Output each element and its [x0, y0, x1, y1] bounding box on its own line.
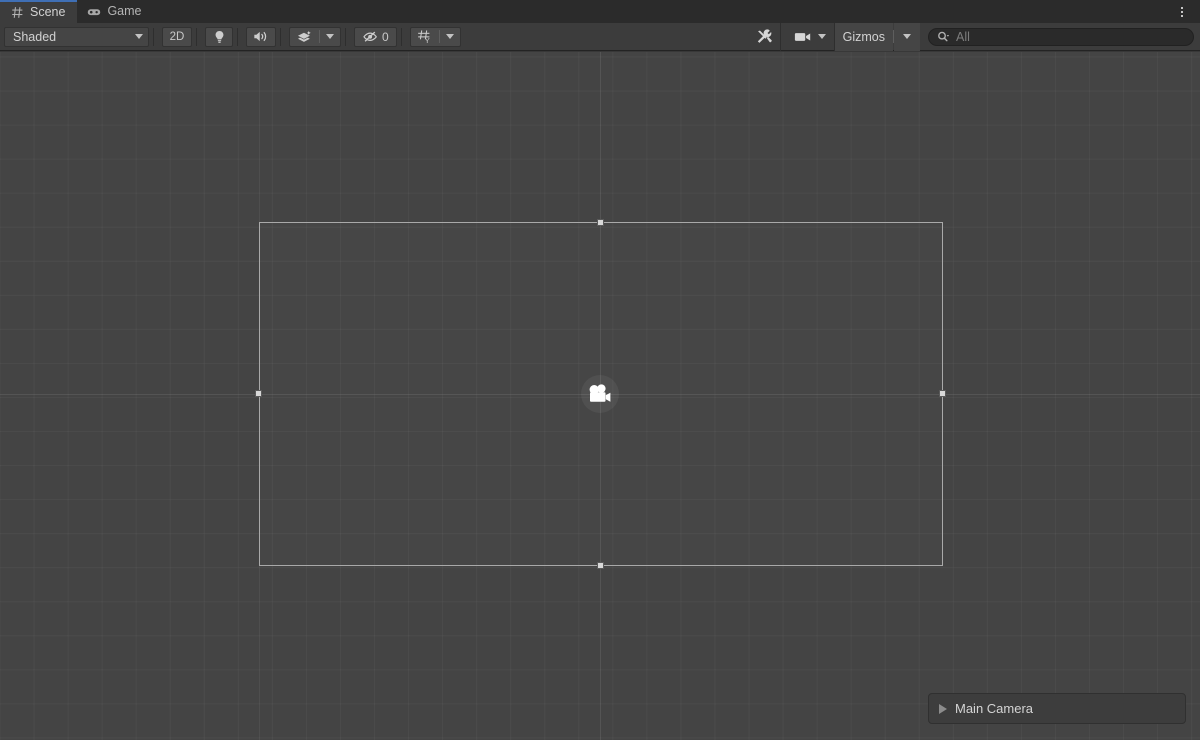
- grid-y-icon: Y: [417, 29, 433, 44]
- scene-tools-button[interactable]: [749, 26, 780, 47]
- hidden-objects-button[interactable]: 0: [354, 26, 397, 47]
- tab-scene-label: Scene: [30, 5, 66, 20]
- draw-mode-label: Shaded: [13, 29, 57, 44]
- unity-scene-window: Scene Game Shaded 2D 0 Y Gizmos All Main…: [0, 0, 1200, 740]
- camera-gizmo[interactable]: [581, 375, 619, 413]
- toolbar-separator: [237, 27, 238, 46]
- toggle-effects-button[interactable]: [290, 28, 319, 46]
- camera-icon: [794, 31, 812, 43]
- fx-layers-icon: [296, 30, 313, 44]
- grid-hash-icon: [10, 6, 24, 20]
- scene-camera-button[interactable]: [786, 26, 816, 47]
- search-placeholder: All: [956, 29, 970, 44]
- lighting-group: [205, 26, 233, 47]
- draw-mode-group: Shaded: [4, 26, 149, 47]
- gizmos-dropdown-button[interactable]: [894, 22, 920, 51]
- tab-game-label: Game: [107, 4, 142, 19]
- tools-group: [749, 26, 780, 47]
- camera-preview-panel[interactable]: Main Camera: [928, 693, 1186, 724]
- grid-axis-split-button: Y: [409, 26, 461, 47]
- tab-game[interactable]: Game: [77, 0, 153, 23]
- scene-viewport[interactable]: [0, 52, 1200, 740]
- gizmos-group: Gizmos: [834, 22, 920, 51]
- chevron-down-icon: [903, 34, 911, 39]
- frustum-handle-bottom-center[interactable]: [597, 562, 604, 569]
- speaker-icon: [253, 30, 269, 43]
- eye-slash-icon: [362, 30, 379, 43]
- frustum-handle-right-center[interactable]: [939, 390, 946, 397]
- grid-axis-dropdown-button[interactable]: [440, 28, 460, 46]
- effects-dropdown-button[interactable]: [320, 28, 340, 46]
- chevron-down-icon: [445, 34, 454, 39]
- tab-scene[interactable]: Scene: [0, 0, 78, 24]
- toolbar-divider: [779, 22, 781, 51]
- chevron-down-icon: [326, 34, 334, 39]
- gamepad-icon: [87, 5, 101, 19]
- frustum-handle-left-center[interactable]: [255, 390, 262, 397]
- toggle-lighting-button[interactable]: [205, 26, 233, 47]
- toolbar-separator: [153, 27, 154, 46]
- kebab-menu-icon[interactable]: [1172, 0, 1192, 23]
- toolbar-separator: [400, 27, 402, 46]
- toggle-2d-button[interactable]: 2D: [162, 26, 192, 47]
- hidden-objects-group: 0: [354, 26, 397, 47]
- toggle-2d-label: 2D: [169, 30, 185, 43]
- hidden-objects-count: 0: [382, 29, 389, 44]
- tools-wrench-icon: [756, 28, 773, 45]
- toggle-audio-button[interactable]: [246, 26, 276, 47]
- lightbulb-icon: [213, 30, 226, 44]
- toggle-grid-button[interactable]: Y: [411, 28, 439, 46]
- scene-toolbar: Shaded 2D 0 Y Gizmos All: [0, 22, 1200, 51]
- svg-text:Y: Y: [424, 36, 429, 44]
- triangle-right-icon[interactable]: [939, 703, 947, 714]
- scene-camera-group: [786, 26, 834, 47]
- effects-group: [289, 26, 341, 47]
- mode-2d-group: 2D: [162, 26, 192, 47]
- scene-camera-dropdown-button[interactable]: [815, 26, 834, 47]
- toolbar-separator: [196, 27, 197, 46]
- search-icon: [937, 31, 950, 43]
- toolbar-separator: [345, 27, 346, 46]
- frustum-handle-top-center[interactable]: [597, 219, 604, 226]
- camera-preview-title: Main Camera: [955, 701, 1034, 716]
- chevron-down-icon: [817, 34, 826, 39]
- audio-group: [246, 26, 276, 47]
- gizmos-label: Gizmos: [842, 29, 885, 44]
- window-tab-bar: Scene Game: [0, 0, 1200, 24]
- grid-axis-group: Y: [409, 26, 461, 47]
- search-input[interactable]: All: [928, 27, 1194, 46]
- movie-camera-icon: [585, 383, 615, 405]
- draw-mode-dropdown[interactable]: Shaded: [4, 26, 149, 47]
- effects-split-button: [289, 26, 341, 47]
- toolbar-separator: [280, 27, 281, 46]
- gizmos-toggle-button[interactable]: Gizmos: [834, 22, 893, 51]
- chevron-down-icon: [135, 34, 143, 39]
